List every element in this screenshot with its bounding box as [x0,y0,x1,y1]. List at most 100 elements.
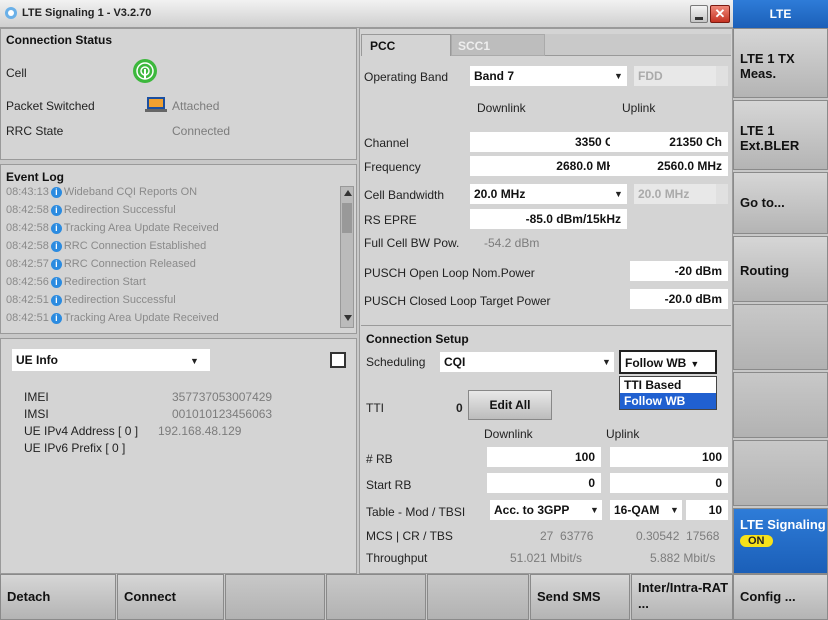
scroll-down-icon[interactable] [344,315,352,321]
connect-button[interactable]: Connect [117,574,224,620]
cell-bandwidth-select[interactable]: 20.0 MHz [470,184,627,204]
ue-info-panel [0,338,357,574]
full-cell-bw-value: -54.2 dBm [484,236,540,250]
tti-value: 0 [456,401,463,415]
pusch-closed-loop-label: PUSCH Closed Loop Target Power [364,294,551,308]
duplex-dropdown-icon [716,66,728,86]
ipv4-value: 192.168.48.129 [158,424,242,438]
event-time: 08:42:51 [6,294,49,306]
tab-scc1[interactable]: SCC1 [451,34,545,56]
empty-bottom-2 [326,574,426,620]
downlink-table-select[interactable]: Acc. to 3GPP [490,500,602,520]
downlink-rb-field[interactable]: 100 [487,447,601,467]
event-log-row: 08:42:51 i Redirection Successful [6,294,176,306]
event-log-row: 08:42:56 i Redirection Start [6,276,146,288]
edit-all-button[interactable]: Edit All [468,390,552,420]
config-button[interactable]: Config ... [733,574,828,620]
event-message: Redirection Successful [63,294,176,306]
ue-info-select[interactable]: UE Info [12,349,210,371]
rs-epre-field[interactable]: -85.0 dBm/15kHz [470,209,627,229]
ipv6-label: UE IPv6 Prefix [ 0 ] [24,441,126,455]
cell-label: Cell [6,66,27,80]
scroll-up-icon[interactable] [344,190,352,196]
table-mod-label: Table - Mod / TBSI [366,505,466,519]
pusch-open-loop-field[interactable]: -20 dBm [630,261,728,281]
imei-value: 357737053007429 [172,390,273,404]
send-sms-button[interactable]: Send SMS [530,574,630,620]
scheduling-select[interactable]: CQI [440,352,614,372]
event-time: 08:42:57 [6,258,49,270]
uplink-channel-field[interactable]: 21350 Ch [610,132,728,152]
uplink-mcs-value: 0.30542 17568 [636,529,720,543]
uplink-start-rb-field[interactable]: 0 [610,473,728,493]
close-icon: ✕ [714,6,726,21]
lte-header: LTE [733,0,828,28]
event-log-row: 08:42:57 i RRC Connection Released [6,258,196,270]
tab-pcc[interactable]: PCC [361,34,451,56]
detach-button[interactable]: Detach [0,574,116,620]
info-icon: i [50,222,62,234]
event-message: Tracking Area Update Received [63,222,219,234]
ue-info-checkbox[interactable] [330,352,346,368]
app-icon [5,7,17,19]
downlink-frequency-field[interactable]: 2680.0 MHz [470,156,627,176]
tti-label: TTI [366,401,384,415]
event-log-row: 08:42:51 i Tracking Area Update Received [6,312,219,324]
scheduling-label: Scheduling [366,355,426,369]
downlink-header: Downlink [477,101,526,115]
packet-switched-icon [145,97,167,112]
routing-button[interactable]: Routing [733,236,828,302]
cqi-mode-select[interactable]: Follow WB ▼ [619,350,717,374]
cqi-mode-dropdown-icon[interactable]: ▼ [690,359,699,369]
event-message: RRC Connection Released [63,258,196,270]
empty-softkey-2 [733,372,828,438]
event-log-scrollbar[interactable] [340,186,354,328]
minimize-button[interactable] [690,5,708,23]
pusch-closed-loop-field[interactable]: -20.0 dBm [630,289,728,309]
uplink-frequency-field[interactable]: 2560.0 MHz [610,156,728,176]
event-message: Redirection Start [63,276,146,288]
setup-uplink-header: Uplink [606,427,640,441]
lte-signaling-button[interactable]: LTE Signaling ON [733,508,828,574]
inter-intra-rat-button[interactable]: Inter/Intra-RAT ... [631,574,733,620]
operating-band-select[interactable]: Band 7 [470,66,627,86]
setup-downlink-header: Downlink [484,427,533,441]
scheduling-dropdown-icon[interactable]: ▼ [602,357,611,367]
empty-bottom-3 [427,574,529,620]
band-dropdown-icon[interactable]: ▼ [614,71,623,81]
event-log-title: Event Log [6,170,65,184]
mcs-label: MCS | CR / TBS [366,529,453,543]
empty-softkey-3 [733,440,828,506]
signaling-on-badge: ON [740,535,773,547]
start-rb-label: Start RB [366,478,412,492]
cell-antenna-icon [133,59,157,83]
uplink-tbsi-field[interactable]: 10 [686,500,728,520]
ext-bler-button[interactable]: LTE 1 Ext.BLER [733,100,828,170]
connection-status-panel [0,28,357,160]
info-icon: i [50,186,62,198]
imsi-value: 001010123456063 [172,407,273,421]
uplink-throughput-value: 5.882 Mbit/s [650,551,716,565]
go-to-button[interactable]: Go to... [733,172,828,234]
uplink-rb-field[interactable]: 100 [610,447,728,467]
info-icon: i [50,276,62,288]
uplink-mod-dropdown-icon[interactable]: ▼ [670,505,679,515]
ue-info-dropdown-icon[interactable]: ▼ [190,356,199,366]
close-button[interactable]: ✕ [710,5,730,23]
event-message: RRC Connection Established [63,240,207,252]
option-follow-wb[interactable]: Follow WB [620,393,716,409]
option-tti-based[interactable]: TTI Based [620,377,716,393]
info-icon: i [50,294,62,306]
downlink-table-dropdown-icon[interactable]: ▼ [590,505,599,515]
bandwidth-dropdown-icon[interactable]: ▼ [614,189,623,199]
throughput-label: Throughput [366,551,428,565]
event-time: 08:42:58 [6,204,49,216]
downlink-start-rb-field[interactable]: 0 [487,473,601,493]
downlink-channel-field[interactable]: 3350 Ch [470,132,627,152]
tx-meas-button[interactable]: LTE 1 TX Meas. [733,28,828,98]
empty-bottom-1 [225,574,325,620]
full-cell-bw-label: Full Cell BW Pow. [364,236,460,250]
imei-label: IMEI [24,390,49,404]
scroll-thumb[interactable] [342,203,352,233]
rs-epre-label: RS EPRE [364,213,417,227]
